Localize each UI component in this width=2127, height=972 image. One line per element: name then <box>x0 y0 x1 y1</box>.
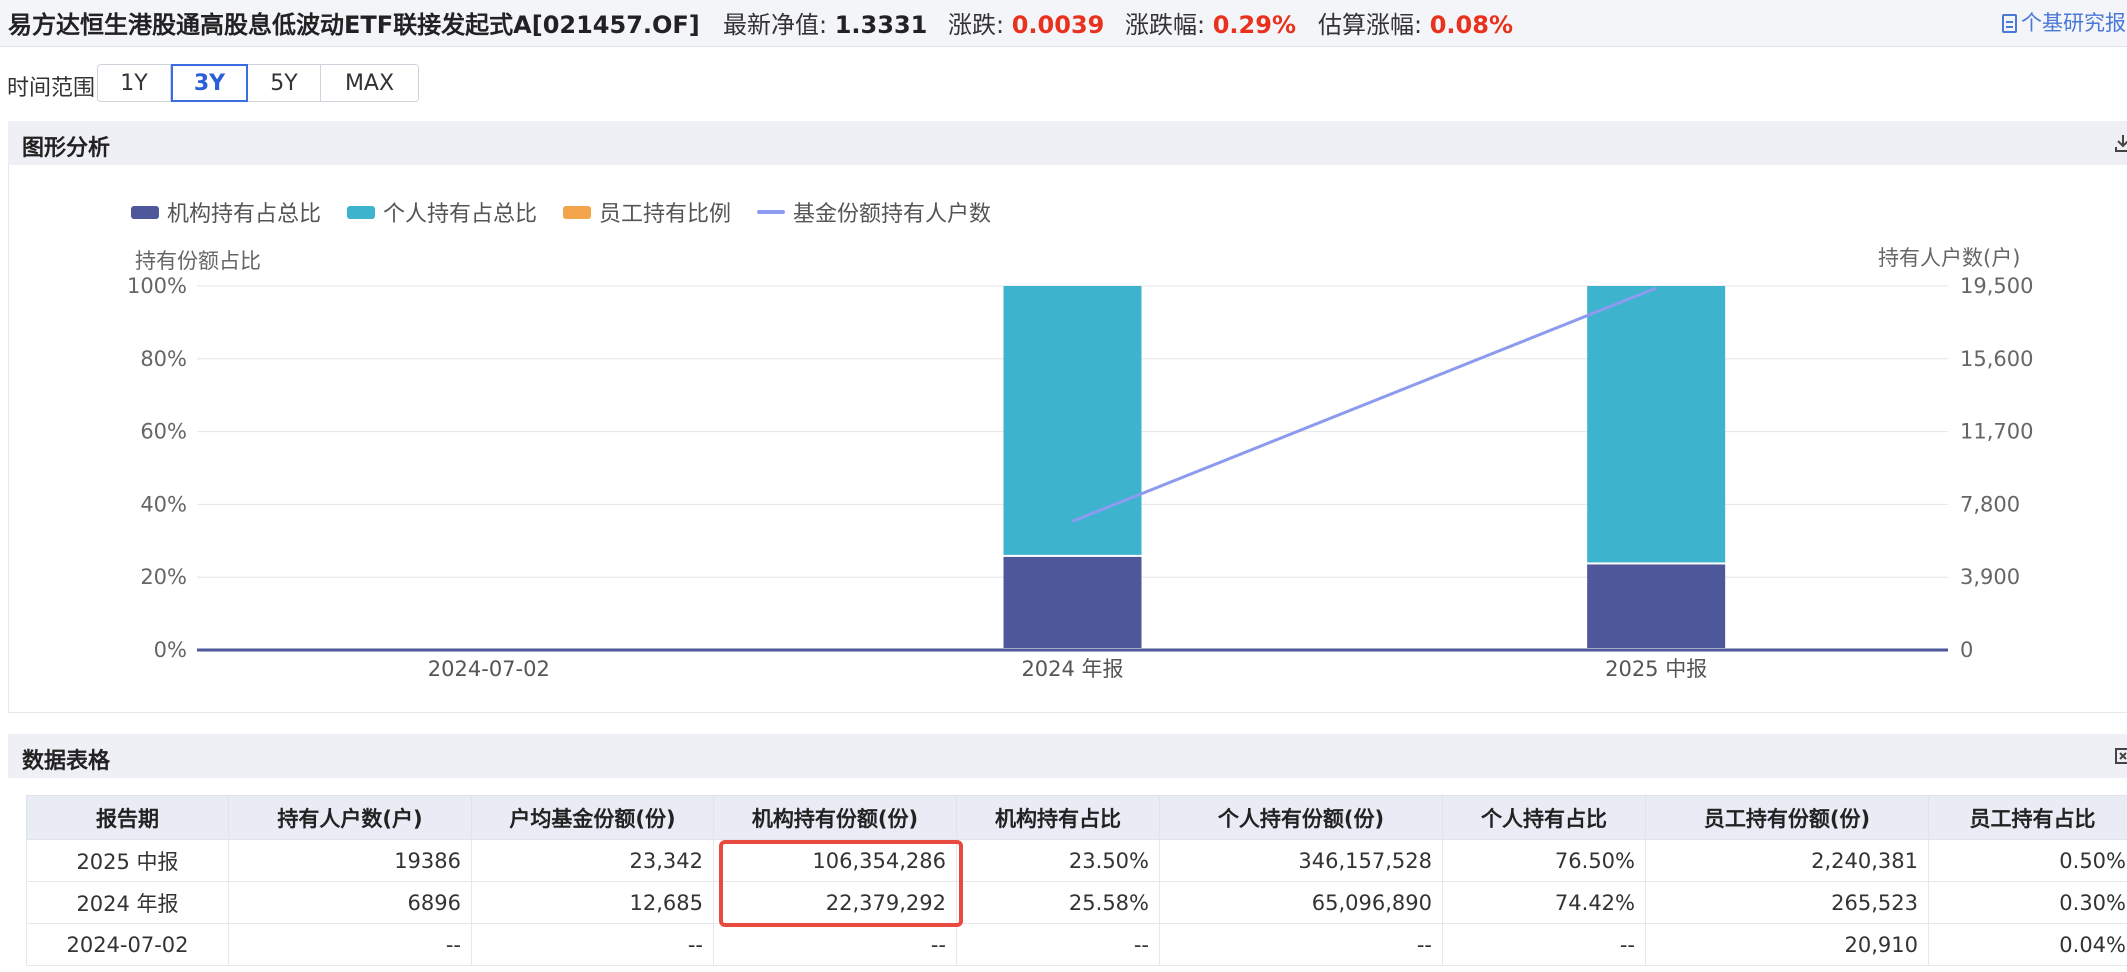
table-cell: 6896 <box>228 881 472 924</box>
research-report-link[interactable]: 个基研究报 <box>2002 7 2126 37</box>
holder-data-table: 报告期 持有人户数(户) 户均基金份额(份) 机构持有份额(份) 机构持有占比 … <box>26 795 2127 966</box>
estimate-metric: 估算涨幅: 0.08% <box>1318 5 1513 40</box>
change-metric: 涨跌: 0.0039 <box>948 5 1104 40</box>
column-header[interactable]: 员工持有份额(份) <box>1645 795 1929 840</box>
range-5y-button[interactable]: 5Y <box>248 65 321 101</box>
table-cell: 19386 <box>228 839 472 882</box>
legend-item-institutional[interactable]: 机构持有占总比 <box>131 196 321 228</box>
table-cell: -- <box>956 923 1160 966</box>
chart-panel-body <box>8 165 2127 713</box>
table-cell: 2024-07-02 <box>26 923 229 966</box>
column-header[interactable]: 机构持有份额(份) <box>713 795 957 840</box>
table-cell: 0.04% <box>1928 923 2127 966</box>
fund-name: 易方达恒生港股通高股息低波动ETF联接发起式A[021457.OF] <box>8 11 700 39</box>
column-header[interactable]: 员工持有占比 <box>1928 795 2127 840</box>
table-header-row: 报告期 持有人户数(户) 户均基金份额(份) 机构持有份额(份) 机构持有占比 … <box>26 795 2127 840</box>
change-value: 0.0039 <box>1011 11 1105 39</box>
table-cell: 2025 中报 <box>26 839 229 882</box>
table-cell: 0.30% <box>1928 881 2127 924</box>
legend-swatch-holders <box>757 210 786 214</box>
change-label: 涨跌: <box>948 11 1005 39</box>
table-cell: -- <box>471 923 714 966</box>
change-pct-metric: 涨跌幅: 0.29% <box>1125 5 1296 40</box>
table-cell: -- <box>713 923 957 966</box>
y-axis-title: 持有份额占比 <box>135 249 261 273</box>
change-pct-label: 涨跌幅: <box>1125 11 1206 39</box>
research-report-label: 个基研究报 <box>2021 11 2126 35</box>
column-header[interactable]: 报告期 <box>26 795 229 840</box>
chart-panel-title: 图形分析 <box>22 136 111 161</box>
legend-item-individual[interactable]: 个人持有占总比 <box>347 196 537 228</box>
legend-item-holders[interactable]: 基金份额持有人户数 <box>757 196 991 228</box>
table-cell: -- <box>228 923 472 966</box>
nav-metric: 最新净值: 1.3331 <box>723 5 927 40</box>
change-pct-value: 0.29% <box>1212 11 1296 39</box>
table-cell: 76.50% <box>1442 839 1646 882</box>
chart-panel-header: 图形分析 <box>8 121 2127 165</box>
legend-label-employee: 员工持有比例 <box>599 202 732 227</box>
legend-swatch-employee <box>563 205 592 219</box>
table-cell: 23.50% <box>956 839 1160 882</box>
time-range-label: 时间范围 <box>7 76 96 101</box>
range-max-button[interactable]: MAX <box>321 65 418 101</box>
estimate-value: 0.08% <box>1429 11 1513 39</box>
legend-label-individual: 个人持有占总比 <box>383 202 538 227</box>
range-1y-button[interactable]: 1Y <box>98 65 171 101</box>
table-cell: 2024 年报 <box>26 881 229 924</box>
table-row[interactable]: 2024 年报 6896 12,685 22,379,292 25.58% 65… <box>26 881 2127 924</box>
legend-item-employee[interactable]: 员工持有比例 <box>563 196 731 228</box>
table-row[interactable]: 2024-07-02 -- -- -- -- -- -- 20,910 0.04… <box>26 923 2127 966</box>
table-cell: -- <box>1442 923 1646 966</box>
table-cell: 20,910 <box>1645 923 1929 966</box>
table-cell: 74.42% <box>1442 881 1646 924</box>
time-range-selector: 1Y 3Y 5Y MAX <box>97 64 419 102</box>
table-row[interactable]: 2025 中报 19386 23,342 106,354,286 23.50% … <box>26 839 2127 882</box>
table-cell: 23,342 <box>471 839 714 882</box>
table-cell: -- <box>1159 923 1443 966</box>
document-icon <box>2002 14 2017 33</box>
table-cell: 0.50% <box>1928 839 2127 882</box>
column-header[interactable]: 个人持有份额(份) <box>1159 795 1443 840</box>
nav-value: 1.3331 <box>834 11 928 39</box>
table-panel-title: 数据表格 <box>22 749 111 774</box>
column-header[interactable]: 持有人户数(户) <box>228 795 472 840</box>
table-cell: 2,240,381 <box>1645 839 1929 882</box>
table-cell: 25.58% <box>956 881 1160 924</box>
fund-header-bar: 易方达恒生港股通高股息低波动ETF联接发起式A[021457.OF] 最新净值:… <box>0 0 2127 47</box>
column-header[interactable]: 户均基金份额(份) <box>471 795 714 840</box>
export-icon[interactable] <box>2114 746 2127 766</box>
legend-label-institutional: 机构持有占总比 <box>167 202 322 227</box>
table-cell: 346,157,528 <box>1159 839 1443 882</box>
estimate-label: 估算涨幅: <box>1318 11 1423 39</box>
legend-label-holders: 基金份额持有人户数 <box>793 202 992 227</box>
download-icon[interactable] <box>2114 133 2127 153</box>
table-panel-header: 数据表格 <box>8 734 2127 778</box>
column-header[interactable]: 个人持有占比 <box>1442 795 1646 840</box>
column-header[interactable]: 机构持有占比 <box>956 795 1160 840</box>
highlight-box <box>719 840 963 927</box>
legend-swatch-individual <box>347 205 376 219</box>
table-cell: 65,096,890 <box>1159 881 1443 924</box>
chart-legend: 机构持有占总比 个人持有占总比 员工持有比例 基金份额持有人户数 <box>131 196 1017 228</box>
range-3y-button[interactable]: 3Y <box>171 64 248 102</box>
table-cell: 265,523 <box>1645 881 1929 924</box>
legend-swatch-institutional <box>131 205 159 219</box>
nav-label: 最新净值: <box>723 11 828 39</box>
table-cell: 12,685 <box>471 881 714 924</box>
y2-axis-title: 持有人户数(户) <box>1878 246 2021 270</box>
